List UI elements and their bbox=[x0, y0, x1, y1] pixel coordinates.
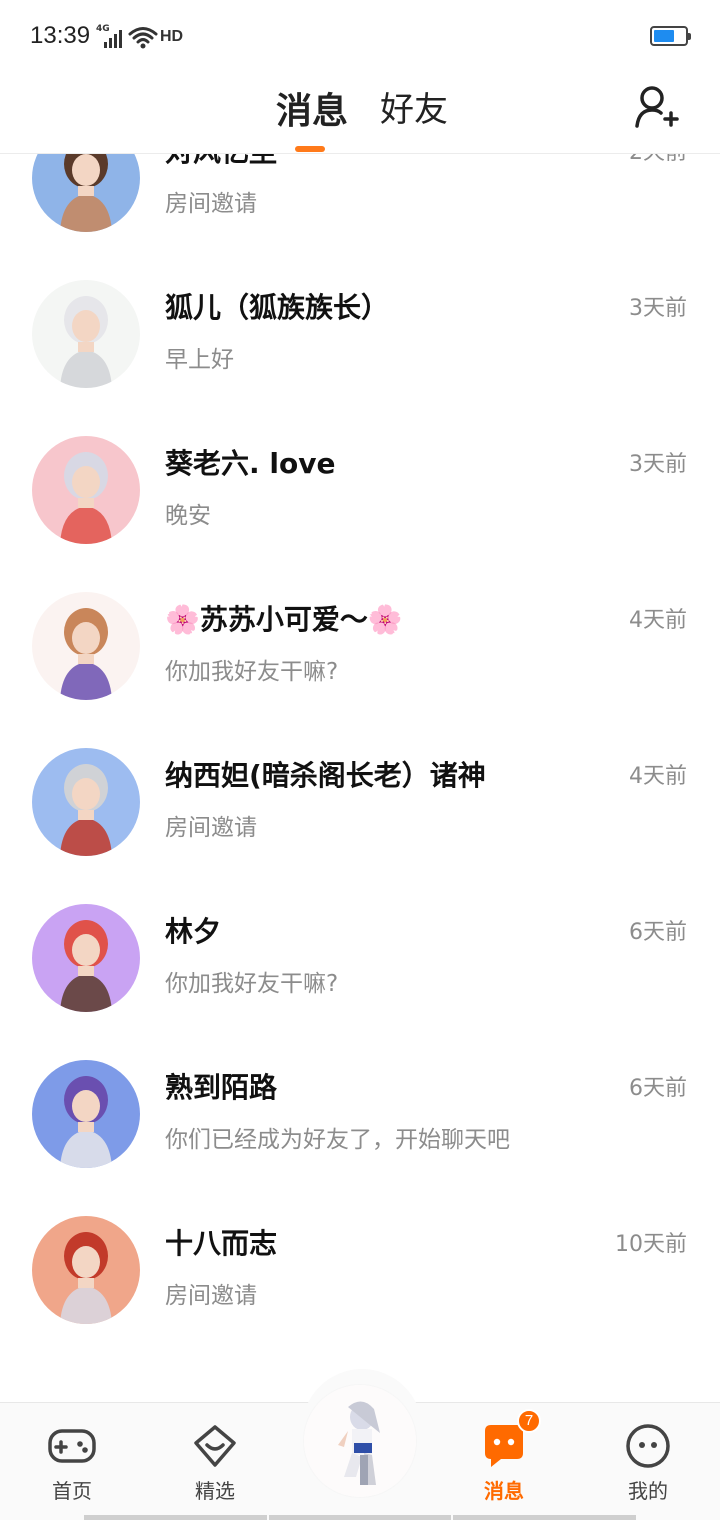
avatar[interactable] bbox=[32, 280, 140, 388]
wifi-icon: HD bbox=[128, 25, 183, 49]
avatar[interactable] bbox=[32, 592, 140, 700]
conversation-list[interactable]: 对风忆尘房间邀请2天前狐儿（狐族族长）早上好3天前葵老六. love晚安3天前🌸… bbox=[0, 154, 720, 1402]
avatar[interactable] bbox=[32, 748, 140, 856]
conversation-time: 10天前 bbox=[615, 1232, 687, 1257]
gamepad-icon bbox=[47, 1421, 97, 1471]
conversation-preview: 房间邀请 bbox=[165, 191, 257, 217]
conversation-name: 林夕 bbox=[165, 915, 222, 948]
cellular-signal-icon: 4G bbox=[96, 24, 124, 48]
conversation-time: 4天前 bbox=[629, 764, 687, 789]
battery-icon bbox=[650, 26, 691, 46]
conversation-preview: 房间邀请 bbox=[165, 815, 257, 841]
conversation-row[interactable]: 狐儿（狐族族长） 早上好 3天前 bbox=[0, 256, 720, 412]
chat-bubble-icon: 7 bbox=[479, 1409, 541, 1471]
conversation-time: 6天前 bbox=[629, 1076, 687, 1101]
nav-featured[interactable]: 精选 bbox=[170, 1421, 260, 1504]
conversation-name: 葵老六. love bbox=[165, 447, 336, 480]
conversation-time: 2天前 bbox=[629, 154, 687, 166]
nav-me[interactable]: 我的 bbox=[603, 1421, 693, 1504]
avatar[interactable] bbox=[32, 904, 140, 1012]
wifi-hd-label: HD bbox=[160, 28, 184, 45]
status-bar: 13:39 4G HD bbox=[0, 0, 720, 72]
conversation-row[interactable]: 葵老六. love 晚安 3天前 bbox=[0, 412, 720, 568]
conversation-row[interactable]: 十八而志房间邀请 10天前 bbox=[0, 1192, 720, 1348]
header: 消息 好友 bbox=[0, 72, 720, 154]
character-avatar-icon bbox=[304, 1385, 416, 1497]
nav-me-label: 我的 bbox=[628, 1479, 668, 1503]
conversation-time: 3天前 bbox=[629, 296, 687, 321]
conversation-row[interactable]: 林夕你加我好友干嘛? 6天前 bbox=[0, 880, 720, 1036]
avatar[interactable] bbox=[32, 1060, 140, 1168]
status-time: 13:39 bbox=[30, 22, 91, 49]
conversation-name: 对风忆尘 bbox=[165, 154, 277, 170]
conversation-row[interactable]: 熟到陌路你们已经成为好友了，开始聊天吧 6天前 bbox=[0, 1036, 720, 1192]
tab-active-indicator bbox=[295, 146, 325, 152]
battery-fill bbox=[654, 30, 674, 42]
add-user-icon[interactable] bbox=[634, 84, 680, 130]
heart-chat-icon bbox=[190, 1421, 240, 1471]
conversation-time: 3天前 bbox=[629, 452, 687, 477]
conversation-preview: 房间邀请 bbox=[165, 1283, 257, 1309]
nav-home-label: 首页 bbox=[52, 1479, 92, 1503]
avatar[interactable] bbox=[32, 154, 140, 232]
conversation-name: 纳西妲(暗杀阁长老）诸神 bbox=[165, 759, 486, 792]
bottom-nav: 首页 精选 7 消息 我的 bbox=[0, 1369, 720, 1520]
status-icons: 4G HD bbox=[96, 24, 183, 50]
nav-featured-label: 精选 bbox=[195, 1479, 235, 1503]
nav-messages-label: 消息 bbox=[484, 1479, 524, 1503]
conversation-list-inner: 对风忆尘房间邀请2天前狐儿（狐族族长）早上好3天前葵老六. love晚安3天前🌸… bbox=[0, 154, 720, 1348]
conversation-preview: 你加我好友干嘛? bbox=[165, 659, 339, 685]
conversation-row[interactable]: 对风忆尘房间邀请 2天前 bbox=[0, 154, 720, 256]
conversation-name: 🌸苏苏小可爱～🌸 bbox=[165, 603, 403, 636]
conversation-name: 十八而志 bbox=[165, 1227, 278, 1260]
conversation-name: 熟到陌路 bbox=[165, 1071, 278, 1104]
avatar[interactable] bbox=[32, 436, 140, 544]
home-indicator bbox=[84, 1515, 637, 1520]
conversation-time: 6天前 bbox=[629, 920, 687, 945]
tab-friends[interactable]: 好友 bbox=[380, 82, 448, 131]
nav-center-avatar[interactable] bbox=[304, 1385, 416, 1497]
conversation-preview: 你加我好友干嘛? bbox=[165, 971, 339, 997]
conversation-time: 4天前 bbox=[629, 608, 687, 633]
tab-messages[interactable]: 消息 bbox=[276, 82, 348, 134]
conversation-row[interactable]: 🌸苏苏小可爱～🌸 你加我好友干嘛? 4天前 bbox=[0, 568, 720, 724]
unread-badge: 7 bbox=[517, 1409, 541, 1433]
nav-messages[interactable]: 7 消息 bbox=[459, 1409, 549, 1504]
conversation-preview: 你们已经成为好友了，开始聊天吧 bbox=[165, 1127, 510, 1153]
avatar[interactable] bbox=[32, 1216, 140, 1324]
nav-home[interactable]: 首页 bbox=[27, 1421, 117, 1504]
conversation-row[interactable]: 纳西妲(暗杀阁长老）诸神房间邀请 4天前 bbox=[0, 724, 720, 880]
conversation-preview: 晚安 bbox=[165, 503, 211, 529]
conversation-preview: 早上好 bbox=[165, 347, 234, 373]
face-icon bbox=[623, 1421, 673, 1471]
conversation-name: 狐儿（狐族族长） bbox=[165, 291, 390, 324]
